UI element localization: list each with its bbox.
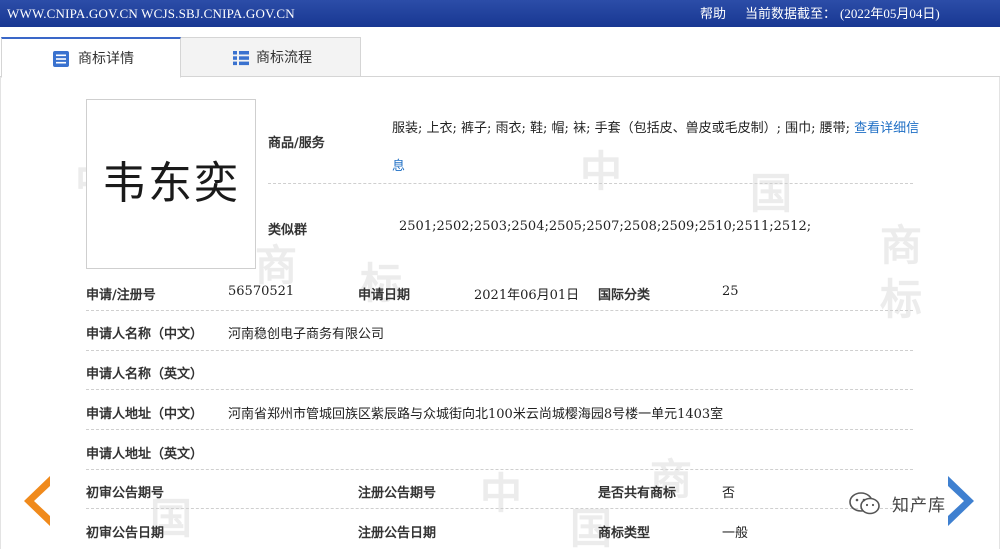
tab-trademark-detail-label: 商标详情: [78, 51, 134, 67]
source-badge-text: 知产库: [892, 496, 946, 516]
trademark-image[interactable]: 韦东奕: [86, 99, 256, 269]
goods-services-value: 服装; 上衣; 裤子; 雨衣; 鞋; 帽; 袜; 手套（包括皮、兽皮或毛皮制）;…: [392, 110, 920, 186]
previous-arrow-icon[interactable]: [20, 474, 54, 528]
applicant-name-cn-value: 河南稳创电子商务有限公司: [228, 327, 385, 342]
tab-trademark-flow[interactable]: 商标流程: [181, 37, 361, 77]
data-as-of-date: (2022年05月04日): [840, 6, 940, 21]
list-icon: [53, 51, 69, 67]
goods-services-label: 商品/服务: [268, 136, 325, 151]
prelim-pub-date-label: 初审公告日期: [86, 526, 165, 541]
applicant-address-cn-value: 河南省郑州市管城回族区紫辰路与众城街向北100米云尚城樱海园8号楼一单元1403…: [228, 407, 724, 422]
intl-class-value: 25: [722, 284, 739, 299]
trademark-type-label: 商标类型: [598, 526, 651, 541]
watermark-char: 商: [880, 221, 923, 270]
applicant-address-en-label: 申请人地址（英文）: [86, 447, 204, 462]
next-arrow-icon[interactable]: [944, 474, 978, 528]
prelim-pub-no-label: 初审公告期号: [86, 486, 165, 501]
tab-bar: 商标详情 商标流程: [0, 37, 1000, 78]
site-urls: WWW.CNIPA.GOV.CN WCJS.SBJ.CNIPA.GOV.CN: [7, 6, 295, 21]
app-date-label: 申请日期: [358, 288, 411, 303]
row-divider: [86, 310, 913, 311]
tab-trademark-detail[interactable]: 商标详情: [1, 37, 181, 78]
similar-group-value: 2501;2502;2503;2504;2505;2507;2508;2509;…: [399, 219, 812, 234]
app-date-value: 2021年06月01日: [474, 288, 580, 303]
tab-trademark-flow-label: 商标流程: [256, 50, 312, 66]
help-link[interactable]: 帮助: [700, 0, 726, 27]
applicant-name-cn-label: 申请人名称（中文）: [86, 327, 204, 342]
flow-list-icon: [233, 51, 249, 66]
data-as-of-label: 当前数据截至：: [745, 6, 837, 21]
row-divider: [86, 350, 913, 351]
data-as-of: 当前数据截至： (2022年05月04日): [745, 0, 940, 27]
reg-no-value: 56570521: [228, 284, 295, 299]
row-divider: [268, 183, 913, 184]
wechat-icon: [849, 492, 880, 515]
reg-pub-date-label: 注册公告日期: [358, 526, 437, 541]
reg-pub-no-label: 注册公告期号: [358, 486, 437, 501]
applicant-name-en-label: 申请人名称（英文）: [86, 367, 204, 382]
similar-group-label: 类似群: [268, 223, 308, 238]
shared-trademark-label: 是否共有商标: [598, 486, 677, 501]
row-divider: [86, 429, 913, 430]
applicant-address-cn-label: 申请人地址（中文）: [86, 407, 204, 422]
trademark-image-text: 韦东奕: [102, 158, 240, 209]
top-bar: WWW.CNIPA.GOV.CN WCJS.SBJ.CNIPA.GOV.CN 帮…: [0, 0, 1000, 27]
row-divider: [86, 389, 913, 390]
row-divider: [86, 508, 913, 509]
intl-class-label: 国际分类: [598, 288, 651, 303]
shared-trademark-value: 否: [722, 486, 736, 501]
watermark-char: 标: [880, 275, 923, 324]
goods-services-text: 服装; 上衣; 裤子; 雨衣; 鞋; 帽; 袜; 手套（包括皮、兽皮或毛皮制）;…: [392, 121, 850, 136]
trademark-type-value: 一般: [722, 526, 749, 541]
row-divider: [86, 469, 913, 470]
reg-no-label: 申请/注册号: [86, 288, 156, 303]
